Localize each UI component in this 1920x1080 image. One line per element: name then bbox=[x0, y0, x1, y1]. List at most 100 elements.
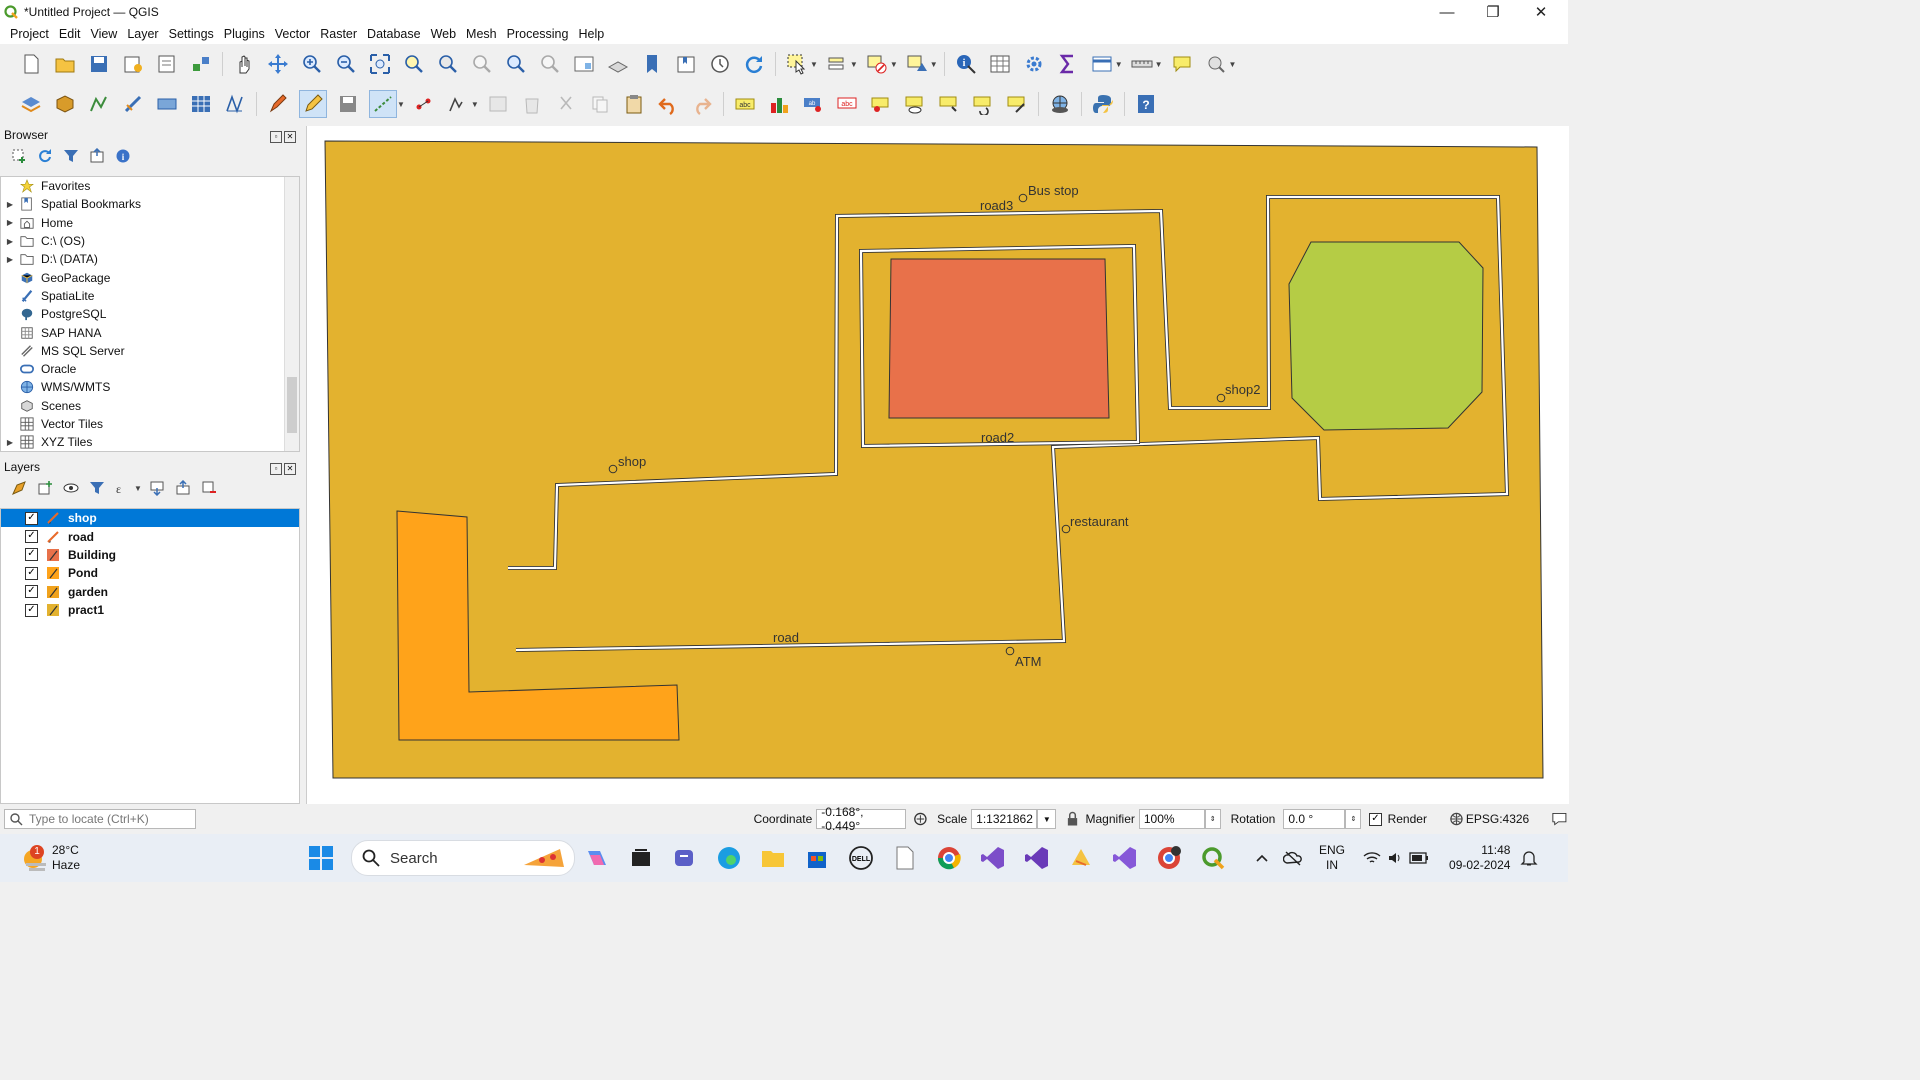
new-project-icon[interactable] bbox=[18, 51, 44, 77]
locator-options-icon[interactable] bbox=[1203, 51, 1229, 77]
zoom-out-icon[interactable] bbox=[333, 51, 359, 77]
layer-visibility-checkbox[interactable]: ✓ bbox=[25, 511, 38, 525]
browser-item-home[interactable]: ▶ Home bbox=[1, 214, 299, 232]
toggle-extents-icon[interactable] bbox=[912, 810, 929, 828]
browser-scrollbar[interactable] bbox=[284, 177, 299, 451]
messages-icon[interactable] bbox=[1551, 811, 1568, 827]
magnifier-field[interactable]: 100% bbox=[1138, 809, 1205, 829]
layer-diagram-icon[interactable] bbox=[766, 91, 792, 117]
open-project-icon[interactable] bbox=[52, 51, 78, 77]
crs-globe-icon[interactable] bbox=[1449, 811, 1464, 827]
add-selected-layers-icon[interactable] bbox=[11, 148, 27, 164]
deselect-features-icon[interactable] bbox=[864, 51, 890, 77]
menu-processing[interactable]: Processing bbox=[507, 27, 569, 41]
scale-field[interactable]: 1:1321862 bbox=[971, 809, 1038, 829]
expand-arrow-icon[interactable]: ▶ bbox=[1, 255, 19, 264]
layer-visibility-checkbox[interactable]: ✓ bbox=[25, 548, 38, 562]
pan-to-selection-icon[interactable] bbox=[265, 51, 291, 77]
browser-item-d-drive[interactable]: ▶ D:\ (DATA) bbox=[1, 250, 299, 268]
onedrive-offline-icon[interactable] bbox=[1283, 850, 1303, 866]
zoom-to-layer-icon[interactable] bbox=[435, 51, 461, 77]
add-mesh-layer-icon[interactable] bbox=[222, 91, 248, 117]
expand-arrow-icon[interactable]: ▶ bbox=[1, 438, 19, 447]
menu-edit[interactable]: Edit bbox=[59, 27, 81, 41]
windows-start-icon[interactable] bbox=[306, 843, 336, 873]
help-contents-icon[interactable]: ? bbox=[1133, 91, 1159, 117]
edit-table-icon[interactable] bbox=[485, 91, 511, 117]
vertex-tool-icon[interactable] bbox=[411, 91, 437, 117]
visual-studio-3-icon[interactable] bbox=[1110, 843, 1140, 873]
language-bottom[interactable]: IN bbox=[1326, 858, 1338, 873]
layer-row-shop[interactable]: ✓ shop bbox=[1, 509, 299, 528]
layer-row-pract1[interactable]: ✓ pract1 bbox=[1, 601, 299, 619]
float-panel-icon[interactable]: ▫ bbox=[270, 462, 282, 475]
menu-layer[interactable]: Layer bbox=[127, 27, 158, 41]
layer-row-road[interactable]: ✓ road bbox=[1, 527, 299, 545]
wifi-icon[interactable] bbox=[1363, 850, 1381, 866]
map-tips-icon[interactable] bbox=[1169, 51, 1195, 77]
task-view-icon[interactable] bbox=[626, 843, 656, 873]
chevron-up-icon[interactable] bbox=[1255, 851, 1269, 865]
browser-item-vector-tiles[interactable]: Vector Tiles bbox=[1, 415, 299, 433]
browser-item-sap-hana[interactable]: SAP HANA bbox=[1, 323, 299, 341]
microsoft-store-icon[interactable] bbox=[802, 843, 832, 873]
layer-row-pond[interactable]: ✓ Pond bbox=[1, 564, 299, 582]
pin-label-icon[interactable] bbox=[868, 91, 894, 117]
undo-icon[interactable] bbox=[655, 91, 681, 117]
taskbar-search-box[interactable]: Search bbox=[351, 840, 576, 876]
add-group-icon[interactable] bbox=[37, 480, 53, 496]
expand-arrow-icon[interactable]: ▶ bbox=[1, 237, 19, 246]
select-by-value-icon[interactable] bbox=[824, 51, 850, 77]
browser-item-scenes[interactable]: Scenes bbox=[1, 397, 299, 415]
layer-row-garden[interactable]: ✓ garden bbox=[1, 583, 299, 601]
pract1-polygon[interactable] bbox=[324, 140, 1544, 779]
filter-browser-icon[interactable] bbox=[63, 148, 79, 164]
clock-date[interactable]: 09-02-2024 bbox=[1449, 858, 1510, 873]
layer-row-building[interactable]: ✓ Building bbox=[1, 546, 299, 564]
menu-help[interactable]: Help bbox=[578, 27, 604, 41]
metasearch-icon[interactable] bbox=[1047, 91, 1073, 117]
layers-tree[interactable]: ✓ shop ✓ road ✓ Building ✓ Pond ✓ garden ✓ pra… bbox=[0, 508, 300, 804]
notification-bell-icon[interactable] bbox=[1520, 849, 1538, 867]
processing-toolbox-icon[interactable] bbox=[1021, 51, 1047, 77]
file-explorer-icon[interactable] bbox=[758, 843, 788, 873]
language-top[interactable]: ENG bbox=[1319, 843, 1345, 858]
browser-item-wms[interactable]: WMS/WMTS bbox=[1, 378, 299, 396]
menu-settings[interactable]: Settings bbox=[169, 27, 214, 41]
browser-item-oracle[interactable]: Oracle bbox=[1, 360, 299, 378]
copilot-icon[interactable] bbox=[582, 843, 612, 873]
weather-icon[interactable]: 1 bbox=[20, 843, 50, 873]
delete-selected-icon[interactable] bbox=[519, 91, 545, 117]
layer-visibility-checkbox[interactable]: ✓ bbox=[25, 566, 38, 580]
zoom-next-icon[interactable] bbox=[537, 51, 563, 77]
layer-visibility-checkbox[interactable]: ✓ bbox=[25, 530, 38, 544]
visual-studio-2-icon[interactable] bbox=[1022, 843, 1052, 873]
paste-features-icon[interactable] bbox=[621, 91, 647, 117]
move-label-icon[interactable] bbox=[936, 91, 962, 117]
remove-layer-icon[interactable] bbox=[201, 480, 217, 496]
toggle-label-display-icon[interactable]: abc bbox=[834, 91, 860, 117]
teams-icon[interactable] bbox=[670, 843, 700, 873]
data-source-manager-icon[interactable] bbox=[18, 91, 44, 117]
highlight-pinned-labels-icon[interactable]: ab bbox=[800, 91, 826, 117]
new-geopackage-layer-icon[interactable] bbox=[52, 91, 78, 117]
coordinate-field[interactable]: -0.168°, -0.449° bbox=[816, 805, 907, 833]
zoom-native-icon[interactable] bbox=[469, 51, 495, 77]
python-console-icon[interactable] bbox=[1090, 91, 1116, 117]
notepad-icon[interactable] bbox=[890, 843, 920, 873]
chrome-profile-icon[interactable] bbox=[1154, 843, 1184, 873]
building-polygon[interactable] bbox=[888, 258, 1110, 419]
expand-arrow-icon[interactable]: ▶ bbox=[1, 200, 19, 209]
layer-labeling-icon[interactable]: abc bbox=[732, 91, 758, 117]
redo-icon[interactable] bbox=[689, 91, 715, 117]
battery-icon[interactable] bbox=[1409, 851, 1429, 865]
filter-by-expression-icon[interactable]: ε bbox=[115, 480, 131, 496]
menu-view[interactable]: View bbox=[90, 27, 117, 41]
minimize-button[interactable]: — bbox=[1424, 0, 1470, 24]
browser-tree[interactable]: Favorites ▶ Spatial Bookmarks ▶ Home ▶ C:\ … bbox=[0, 176, 300, 452]
digitize-line-icon[interactable] bbox=[369, 90, 397, 118]
manage-map-themes-icon[interactable] bbox=[63, 480, 79, 496]
blend-icon[interactable] bbox=[1066, 843, 1096, 873]
browser-item-spatial-bookmarks[interactable]: ▶ Spatial Bookmarks bbox=[1, 195, 299, 213]
close-panel-icon[interactable]: ✕ bbox=[284, 462, 296, 475]
